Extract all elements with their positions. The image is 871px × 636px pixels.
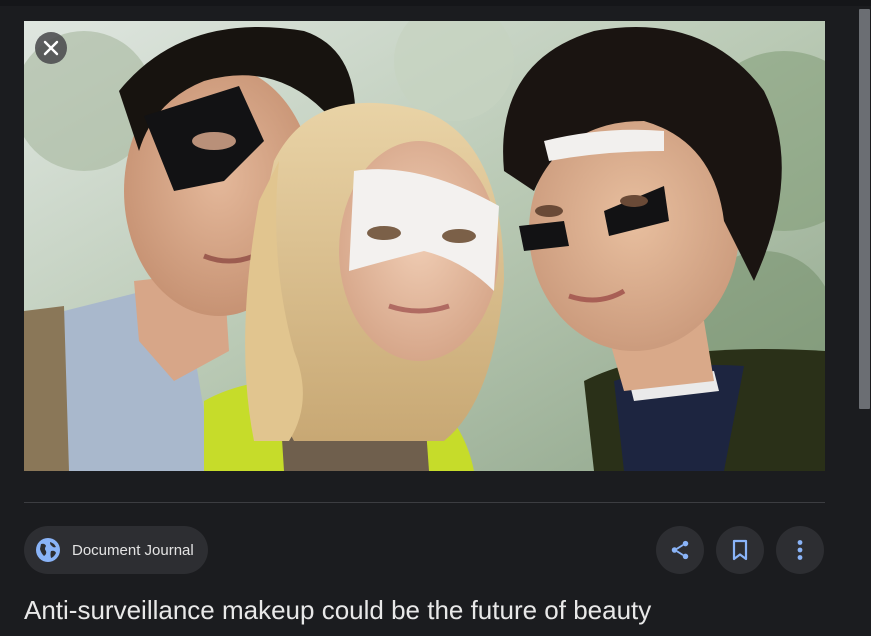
source-name: Document Journal [72, 541, 194, 559]
more-vert-icon [797, 540, 803, 560]
share-button[interactable] [656, 526, 704, 574]
divider [24, 502, 825, 503]
result-title[interactable]: Anti-surveillance makeup could be the fu… [24, 592, 651, 628]
close-icon [43, 40, 59, 56]
close-button[interactable] [35, 32, 67, 64]
top-edge [0, 0, 871, 6]
bookmark-icon [732, 539, 748, 561]
globe-icon [34, 536, 62, 564]
source-chip[interactable]: Document Journal [24, 526, 208, 574]
scrollbar-thumb[interactable] [859, 9, 870, 409]
save-button[interactable] [716, 526, 764, 574]
share-icon [671, 540, 689, 560]
preview-image[interactable] [24, 21, 825, 471]
more-options-button[interactable] [776, 526, 824, 574]
image-viewer-panel: Document Journal Anti-surveillance makeu… [0, 0, 871, 636]
